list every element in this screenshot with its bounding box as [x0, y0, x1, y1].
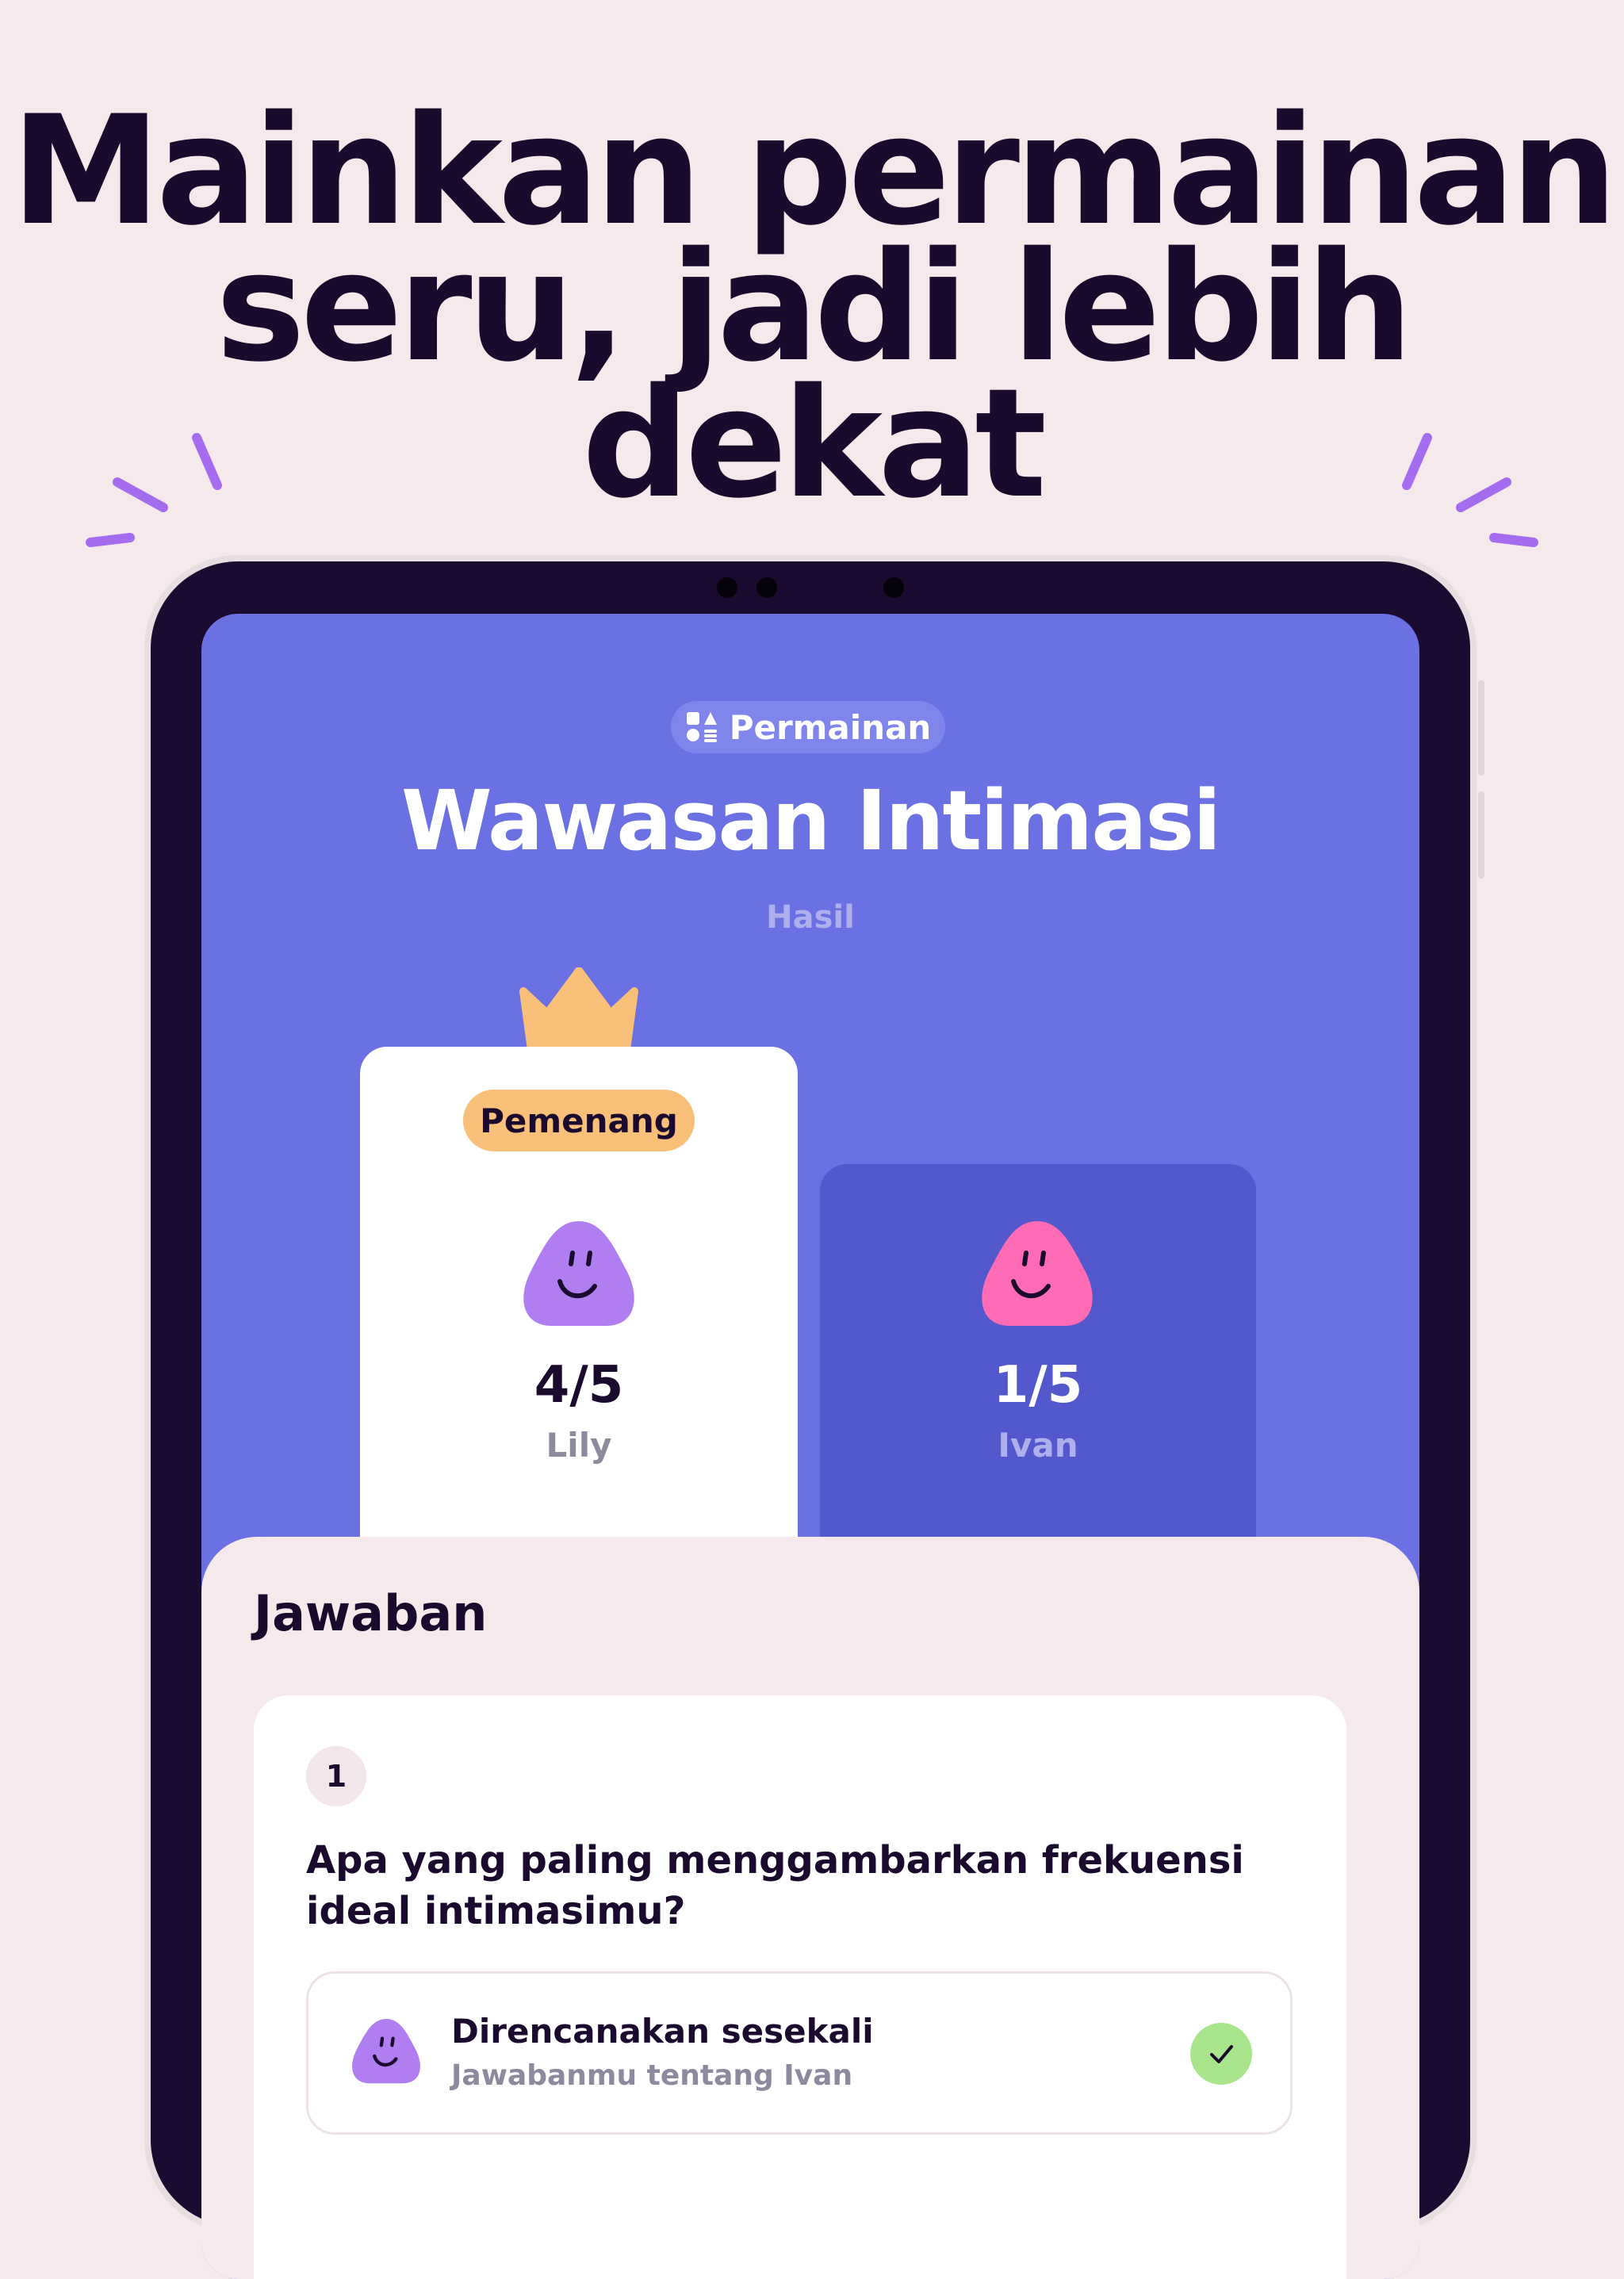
category-label: Permainan	[729, 707, 932, 747]
question-card[interactable]: 1 Apa yang paling menggambarkan frekuens…	[254, 1695, 1346, 2279]
results-label: Hasil	[766, 899, 855, 936]
tablet-frame: Permainan Wawasan Intimasi Hasil Pemenan…	[151, 561, 1484, 2279]
sparkle-left-2	[113, 477, 168, 512]
player-name: Ivan	[998, 1426, 1078, 1465]
tablet-side-button	[1478, 791, 1484, 879]
sparkle-right-2	[1456, 477, 1511, 512]
answer-subtitle: Jawabanmu tentang Ivan	[451, 2059, 853, 2092]
answer-item[interactable]: Direncanakan sesekali Jawabanmu tentang …	[306, 1971, 1293, 2135]
checkmark-glyph	[1210, 2045, 1233, 2063]
question-text: Apa yang paling menggambarkan frekuensi …	[306, 1838, 1244, 1933]
answer-text: Direncanakan sesekali	[451, 2012, 874, 2051]
sparkle-left-1	[192, 433, 222, 490]
sparkle-left-3	[86, 533, 135, 547]
sparkle-decoration	[86, 433, 1538, 547]
app-screen: Permainan Wawasan Intimasi Hasil Pemenan…	[201, 614, 1419, 2279]
winner-name: Lily	[546, 1426, 612, 1465]
sparkle-right-1	[1402, 433, 1432, 490]
avatar-ivan	[982, 1221, 1093, 1326]
game-title: Wawasan Intimasi	[401, 772, 1221, 869]
question-number: 1	[306, 1746, 366, 1806]
avatar-lily	[523, 1221, 634, 1326]
winner-card: Pemenang 4/5 Lily	[360, 1047, 798, 1602]
sparkle-right-3	[1489, 533, 1538, 547]
shapes-icon	[686, 712, 717, 742]
winner-score: 4/5	[534, 1356, 624, 1415]
camera-dot	[756, 577, 777, 598]
tablet-side-button	[1478, 680, 1484, 776]
player-score: 1/5	[993, 1356, 1083, 1415]
answers-sheet[interactable]: Jawaban 1 Apa yang paling menggambarkan …	[201, 1537, 1419, 2279]
crown-icon	[519, 967, 638, 1050]
check-icon	[1190, 2023, 1252, 2085]
category-pill: Permainan	[671, 701, 945, 753]
camera-dot	[717, 577, 737, 598]
answers-title: Jawaban	[254, 1584, 488, 1642]
camera-dot	[883, 577, 904, 598]
answer-avatar	[352, 2019, 420, 2084]
winner-badge: Pemenang	[463, 1090, 695, 1151]
